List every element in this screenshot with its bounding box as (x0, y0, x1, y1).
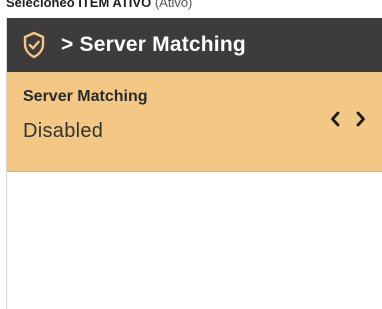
caption-bold: Selecione​​​o ITEM ATIVO (6, 0, 152, 10)
chevron-left-icon[interactable] (329, 110, 341, 128)
device-screen: > Server Matching Server Matching Disabl… (6, 18, 382, 309)
header-bar: > Server Matching (7, 18, 382, 72)
setting-row-server-matching[interactable]: Server Matching Disabled (7, 72, 382, 172)
value-selector (329, 110, 367, 128)
chevron-right-icon[interactable] (355, 110, 367, 128)
page-title: > Server Matching (61, 33, 246, 56)
cropped-caption-text: Selecione​​​o ITEM ATIVO (Ativo) (0, 0, 382, 10)
setting-label: Server Matching (23, 88, 148, 105)
caption-rest: (Ativo) (154, 0, 193, 10)
setting-value: Disabled (23, 120, 104, 142)
shield-check-icon (21, 30, 47, 60)
